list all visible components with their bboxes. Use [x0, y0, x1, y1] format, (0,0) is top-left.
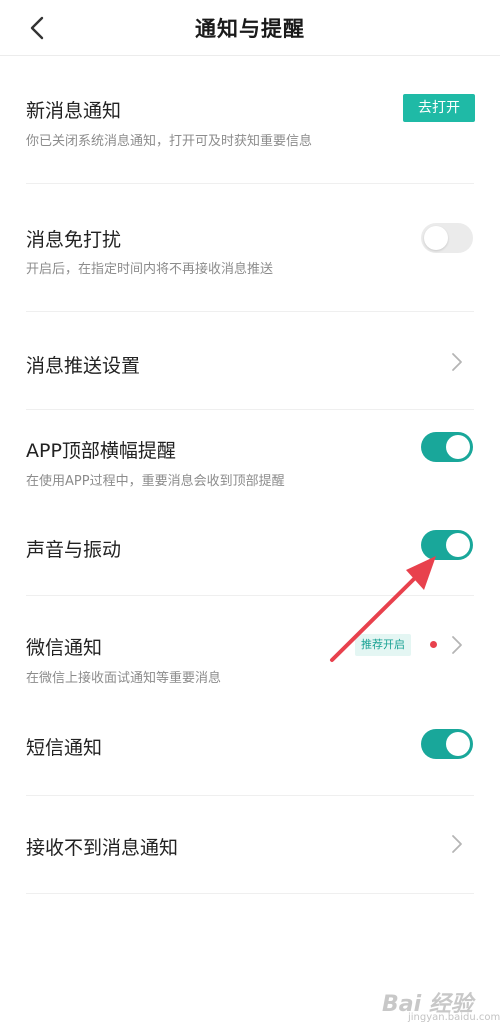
sms-title: 短信通知 [26, 737, 103, 759]
watermark-logo: Bai 经验 jingyan.baidu.com [382, 982, 500, 1026]
divider [26, 595, 474, 596]
sound-toggle[interactable] [421, 530, 473, 560]
red-dot-indicator [430, 641, 437, 648]
banner-desc: 在使用APP过程中，重要消息会收到顶部提醒 [26, 474, 285, 489]
wechat-title: 微信通知 [26, 637, 103, 659]
divider [26, 311, 474, 312]
wechat-desc: 在微信上接收面试通知等重要消息 [26, 671, 222, 686]
sound-title: 声音与振动 [26, 539, 122, 561]
sms-toggle[interactable] [421, 729, 473, 759]
setting-sms: 短信通知 [26, 731, 474, 761]
divider [26, 795, 474, 796]
nav-bar: 通知与提醒 [0, 0, 500, 56]
chevron-right-icon[interactable] [450, 833, 464, 855]
recommend-badge: 推荐开启 [355, 634, 411, 656]
toggle-knob [446, 533, 470, 557]
toggle-knob [446, 435, 470, 459]
watermark-url: jingyan.baidu.com [408, 1012, 500, 1023]
setting-not-received[interactable]: 接收不到消息通知 [26, 831, 474, 861]
go-open-button[interactable]: 去打开 [403, 94, 475, 122]
new-message-title: 新消息通知 [26, 100, 122, 122]
dnd-toggle[interactable] [421, 223, 473, 253]
setting-push[interactable]: 消息推送设置 [26, 349, 474, 379]
toggle-knob [446, 732, 470, 756]
setting-do-not-disturb: 消息免打扰 开启后，在指定时间内将不再接收消息推送 [26, 223, 474, 283]
dnd-title: 消息免打扰 [26, 229, 122, 251]
page-title: 通知与提醒 [195, 17, 305, 41]
chevron-right-icon[interactable] [450, 634, 464, 656]
chevron-right-icon[interactable] [450, 351, 464, 373]
banner-title: APP顶部横幅提醒 [26, 440, 176, 462]
push-settings-title: 消息推送设置 [26, 355, 141, 377]
dnd-desc: 开启后，在指定时间内将不再接收消息推送 [26, 262, 274, 277]
toggle-knob [424, 226, 448, 250]
divider [26, 409, 474, 410]
divider [26, 183, 474, 184]
not-received-title: 接收不到消息通知 [26, 837, 179, 859]
setting-top-banner: APP顶部横幅提醒 在使用APP过程中，重要消息会收到顶部提醒 [26, 434, 474, 494]
setting-sound-vibration: 声音与振动 [26, 533, 474, 563]
new-message-desc: 你已关闭系统消息通知，打开可及时获知重要信息 [26, 134, 313, 149]
banner-toggle[interactable] [421, 432, 473, 462]
divider [26, 893, 474, 894]
